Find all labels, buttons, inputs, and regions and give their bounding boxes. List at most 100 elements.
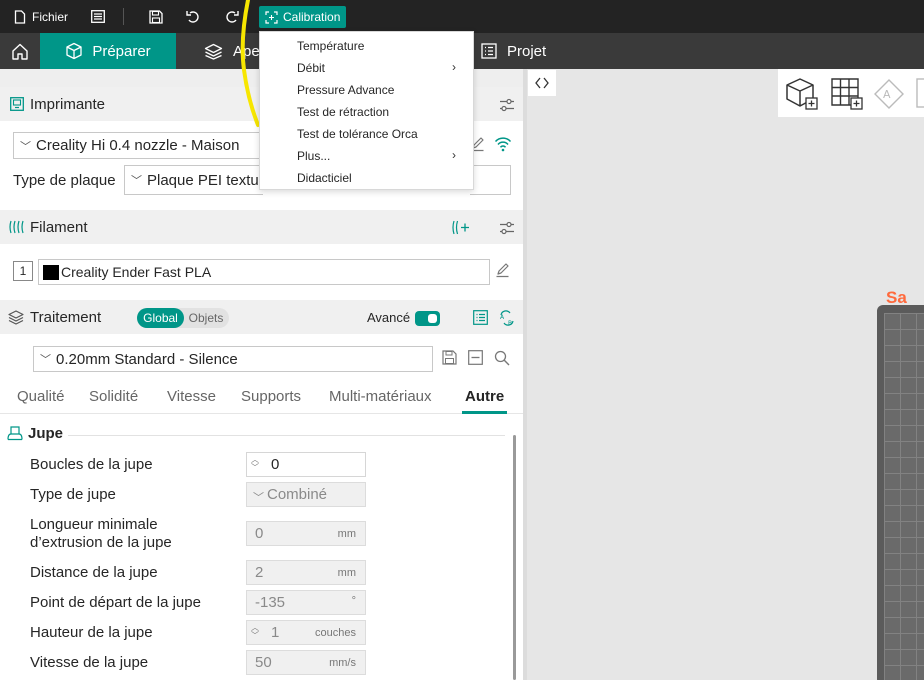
build-plate-grid	[884, 313, 924, 680]
home-button[interactable]	[0, 33, 40, 69]
save-icon	[149, 9, 163, 24]
chevron-down-icon: ﹀	[131, 175, 142, 187]
undo-icon	[186, 10, 199, 23]
sliders-icon	[500, 221, 514, 235]
skirt-type-value: Combiné	[267, 486, 328, 503]
spinner-arrows-icon[interactable]: ︿ ﹀	[251, 624, 261, 640]
add-filament-button[interactable]	[452, 220, 470, 238]
calibration-menu-button[interactable]: Calibration	[259, 6, 347, 28]
advanced-toggle[interactable]	[415, 311, 440, 326]
skirt-speed-value: 50	[255, 654, 272, 671]
skirt-min-extrusion-unit: mm	[337, 528, 356, 540]
minus-box-icon	[468, 350, 483, 365]
add-plate-button[interactable]	[830, 77, 864, 113]
add-object-button[interactable]	[785, 77, 819, 113]
auto-orient-button[interactable]: A	[874, 77, 908, 113]
skirt-start-point-input[interactable]: -135 °	[246, 590, 366, 615]
sliders-icon	[500, 98, 514, 112]
skirt-min-extrusion-label: Longueur minimale	[30, 516, 158, 533]
skirt-loops-value: 0	[271, 456, 280, 473]
settings-scrollbar[interactable]	[513, 435, 516, 680]
skirt-distance-value: 2	[255, 564, 264, 581]
tab-autre[interactable]: Autre	[465, 388, 504, 405]
global-option[interactable]: Global	[137, 308, 184, 328]
skirt-speed-unit: mm/s	[329, 657, 356, 669]
skirt-min-extrusion-label-line2: d’extrusion de la jupe	[30, 534, 172, 551]
file-icon	[14, 9, 26, 24]
filament-settings-button[interactable]	[499, 221, 515, 238]
wifi-icon	[494, 137, 512, 152]
skirt-type-label: Type de jupe	[30, 486, 116, 503]
save-icon	[442, 350, 457, 365]
save-preset-button[interactable]	[442, 350, 457, 368]
filament-select[interactable]: Creality Ender Fast PLA	[38, 259, 490, 285]
search-settings-button[interactable]	[494, 350, 510, 369]
filament-icon	[9, 220, 25, 237]
chevron-down-icon: ﹀	[40, 354, 51, 366]
collapse-sidebar-button[interactable]	[528, 70, 556, 96]
skirt-height-value: 1	[271, 624, 280, 641]
skirt-distance-input[interactable]: 2 mm	[246, 560, 366, 585]
tab-qualite[interactable]: Qualité	[17, 388, 65, 405]
svg-text:B: B	[508, 320, 512, 326]
process-profile-value: 0.20mm Standard - Silence	[56, 350, 238, 368]
filament-section-title: Filament	[30, 218, 88, 236]
menu-item-tutorial[interactable]: Didacticiel	[297, 171, 352, 185]
filament-color-swatch[interactable]	[43, 264, 59, 280]
arrange-button[interactable]	[916, 77, 924, 113]
edit-filament-button[interactable]	[495, 263, 510, 281]
settings-tabs: Qualité Solidité Vitesse Supports Multi-…	[0, 386, 523, 414]
menu-item-temperature[interactable]: Température	[297, 39, 364, 53]
submenu-arrow-icon: ›	[452, 60, 456, 74]
skirt-distance-label: Distance de la jupe	[30, 564, 158, 581]
skirt-speed-input[interactable]: 50 mm/s	[246, 650, 366, 675]
tab-supports[interactable]: Supports	[241, 388, 301, 405]
tab-preparer[interactable]: Préparer	[40, 33, 176, 69]
menu-item-plus[interactable]: Plus...	[297, 149, 330, 163]
tab-projet-label: Projet	[507, 42, 547, 60]
skirt-min-extrusion-input[interactable]: 0 mm	[246, 521, 366, 546]
plate-type-select[interactable]: ﹀ Plaque PEI textu	[124, 165, 263, 195]
collapse-arrows-icon	[535, 77, 549, 89]
menu-item-debit[interactable]: Débit	[297, 61, 325, 75]
3d-viewport[interactable]	[527, 69, 924, 680]
compare-presets-button[interactable]: AB	[499, 310, 515, 329]
skirt-height-label: Hauteur de la jupe	[30, 624, 153, 641]
hamburger-menu-button[interactable]	[91, 0, 105, 33]
menu-item-pressure-advance[interactable]: Pressure Advance	[297, 83, 394, 97]
spinner-arrows-icon[interactable]: ︿ ﹀	[251, 456, 261, 472]
add-filament-icon	[452, 220, 469, 235]
tab-vitesse[interactable]: Vitesse	[167, 388, 216, 405]
save-button[interactable]	[149, 0, 163, 33]
layers-icon	[8, 310, 24, 328]
menu-item-retraction-test[interactable]: Test de rétraction	[297, 105, 389, 119]
filament-select-value: Creality Ender Fast PLA	[61, 264, 212, 280]
undo-button[interactable]	[186, 0, 201, 33]
process-profile-select[interactable]: ﹀ 0.20mm Standard - Silence	[33, 346, 433, 372]
orient-icon: A	[874, 79, 904, 109]
menu-icon	[91, 10, 105, 23]
printer-settings-button[interactable]	[499, 98, 515, 115]
skirt-type-select[interactable]: ﹀ Combiné	[246, 482, 366, 507]
compare-icon: AB	[500, 310, 514, 327]
process-list-button[interactable]	[473, 310, 488, 328]
skirt-start-point-unit: °	[351, 595, 356, 607]
tab-multi-materiaux[interactable]: Multi-matériaux	[329, 388, 432, 405]
submenu-arrow-icon: ›	[452, 148, 456, 162]
menu-item-tolerance-test[interactable]: Test de tolérance Orca	[297, 127, 418, 141]
active-tab-indicator	[462, 411, 507, 414]
file-menu[interactable]: Fichier	[14, 0, 68, 33]
skirt-loops-input[interactable]: ︿ ﹀ 0	[246, 452, 366, 477]
advanced-label: Avancé	[367, 310, 411, 325]
tab-solidite[interactable]: Solidité	[89, 388, 138, 405]
wifi-connect-button[interactable]	[494, 136, 512, 155]
global-objects-switch[interactable]: Global Objets	[137, 308, 229, 328]
delete-preset-button[interactable]	[468, 350, 483, 368]
skirt-height-input[interactable]: ︿ ﹀ 1 couches	[246, 620, 366, 645]
tab-projet[interactable]: Projet	[481, 33, 546, 69]
skirt-min-extrusion-value: 0	[255, 525, 264, 542]
printer-select[interactable]: ﹀ Creality Hi 0.4 nozzle - Maison	[13, 132, 263, 159]
printer-section-title: Imprimante	[30, 95, 106, 113]
chevron-down-icon: ﹀	[253, 492, 264, 504]
objects-option[interactable]: Objets	[185, 308, 227, 328]
